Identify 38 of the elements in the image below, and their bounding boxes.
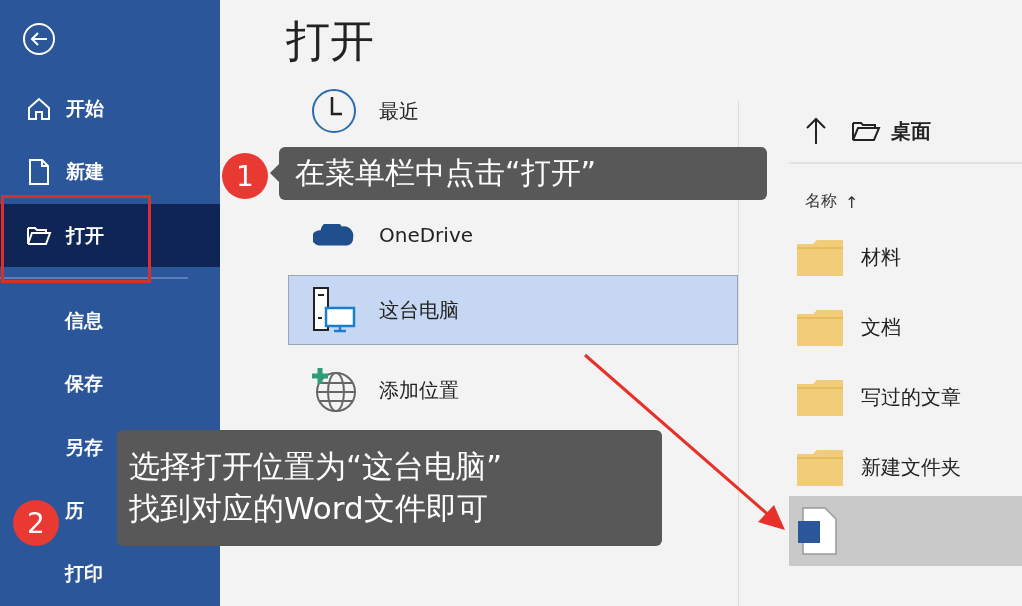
sidebar-item[interactable]: 信息 <box>65 289 103 353</box>
folder-name[interactable]: 文档 <box>861 313 901 341</box>
page-title: 打开 <box>286 14 374 68</box>
step-number-badge: 1 <box>222 153 268 199</box>
folder-icon <box>797 238 843 276</box>
folder-name[interactable]: 新建文件夹 <box>861 453 961 481</box>
sidebar-item[interactable]: 另存 <box>65 415 103 480</box>
home-icon <box>26 95 52 122</box>
location-item[interactable]: 最近 <box>288 82 738 140</box>
document-icon <box>28 159 50 186</box>
computer-icon <box>310 286 358 334</box>
globe-add-icon <box>310 366 358 414</box>
sidebar-item[interactable]: 开始 <box>26 77 104 141</box>
file-row[interactable] <box>789 496 1022 566</box>
sidebar-item[interactable]: 打开 <box>0 204 220 268</box>
location-item[interactable]: 添加位置 <box>288 355 738 425</box>
sidebar-item[interactable]: 新建 <box>26 140 104 204</box>
sort-arrow: ↑ <box>845 193 859 212</box>
sidebar-item[interactable]: 保存 <box>65 352 103 416</box>
back-icon[interactable] <box>22 21 56 56</box>
name-column-header[interactable]: 名称 <box>805 191 837 212</box>
folder-icon <box>797 378 843 416</box>
word-document-icon <box>797 507 837 555</box>
up-arrow-icon[interactable] <box>805 117 827 145</box>
sidebar-item[interactable]: 历 <box>65 479 84 543</box>
location-item[interactable]: 这台电脑 <box>288 275 738 345</box>
location-item[interactable]: OneDrive <box>288 205 738 265</box>
folder-icon <box>26 224 52 247</box>
folder-path[interactable]: 桌面 <box>851 117 931 145</box>
sidebar-item[interactable]: 打印 <box>65 542 103 606</box>
cloud-icon <box>313 224 355 246</box>
folder-name[interactable]: 写过的文章 <box>861 383 961 411</box>
step-tooltip: 在菜单栏中点击“打开” <box>270 147 767 200</box>
folder-icon <box>851 120 881 142</box>
clock-icon <box>310 87 358 135</box>
folder-icon <box>797 308 843 346</box>
folder-name[interactable]: 材料 <box>861 243 901 271</box>
folder-icon <box>797 448 843 486</box>
